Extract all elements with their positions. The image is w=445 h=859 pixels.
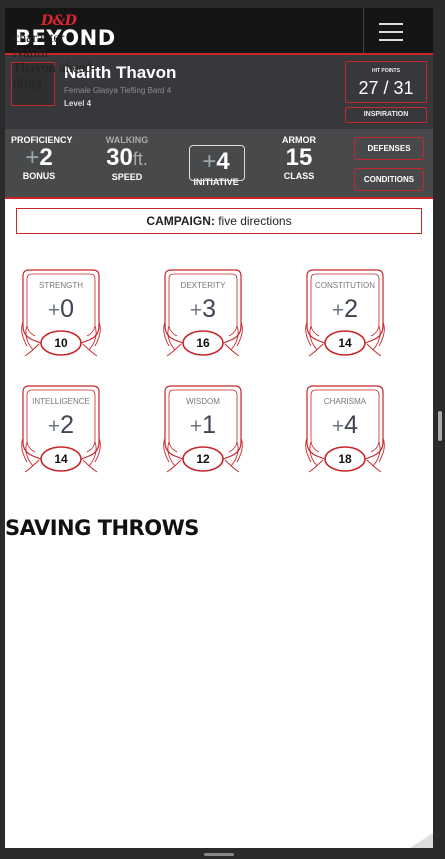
ability-mod-sign: +	[331, 415, 345, 438]
campaign-banner[interactable]: CAMPAIGN: five directions	[16, 208, 422, 234]
ability-modifier: 1	[202, 411, 217, 439]
ability-card-intelligence[interactable]: INTELLIGENCE +2 14	[21, 382, 101, 474]
ability-label: WISDOM	[186, 397, 220, 406]
ability-modifier: 2	[60, 411, 75, 439]
ability-card-charisma[interactable]: CHARISMA +4 18	[305, 382, 385, 474]
ability-label: DEXTERITY	[180, 281, 226, 290]
walking-speed: WALKING 30ft. SPEED	[95, 135, 159, 182]
initiative-box[interactable]	[189, 145, 245, 181]
ability-mod-sign: +	[189, 299, 203, 322]
ability-score: 18	[338, 452, 352, 466]
campaign-label: CAMPAIGN:	[146, 214, 215, 228]
hit-points-box[interactable]: HIT POINTS 27 / 31	[345, 61, 427, 103]
armor-value: 15	[285, 144, 313, 171]
proficiency-bottom-label: BONUS	[22, 171, 56, 181]
ability-score: 10	[54, 336, 68, 350]
armor-class[interactable]: ARMOR 15 CLASS	[271, 135, 327, 181]
campaign-name: five directions	[218, 214, 292, 228]
menu-divider	[363, 8, 364, 53]
ability-mod-sign: +	[331, 299, 345, 322]
character-level: Level 4	[64, 99, 92, 108]
ability-card-constitution[interactable]: CONSTITUTION +2 14	[305, 266, 385, 358]
speed-unit: ft.	[132, 149, 148, 169]
speed-bottom-label: SPEED	[111, 172, 143, 182]
ability-score: 14	[338, 336, 352, 350]
conditions-button[interactable]: CONDITIONS	[354, 168, 424, 191]
ability-score: 16	[196, 336, 210, 350]
hit-points-value: 27 / 31	[358, 78, 414, 98]
ability-mod-sign: +	[47, 415, 61, 438]
hit-points-label: HIT POINTS	[371, 68, 401, 74]
ability-mod-sign: +	[47, 299, 61, 322]
ability-label: CONSTITUTION	[315, 281, 375, 290]
ability-label: CHARISMA	[323, 397, 367, 406]
ability-card-dexterity[interactable]: DEXTERITY +3 16	[163, 266, 243, 358]
ability-label: STRENGTH	[39, 281, 83, 290]
proficiency-bonus: PROFICIENCY +2 BONUS	[11, 135, 73, 181]
ability-modifier: 3	[202, 295, 217, 323]
saving-throws-heading: SAVING THROWS	[5, 516, 199, 540]
avatar-alt-text: character Nalith Thavon ahead thing	[13, 31, 92, 91]
ability-mod-sign: +	[189, 415, 203, 438]
ability-score: 14	[54, 452, 68, 466]
ability-modifier: 4	[344, 411, 359, 439]
scrollbar-handle[interactable]	[438, 411, 442, 441]
resize-corner-icon[interactable]	[410, 833, 433, 848]
inspiration-button[interactable]: INSPIRATION	[345, 107, 427, 123]
proficiency-value: 2	[39, 144, 53, 171]
ability-modifier: 0	[60, 295, 75, 323]
speed-value: 30	[106, 144, 133, 171]
ability-card-strength[interactable]: STRENGTH +0 10	[21, 266, 101, 358]
ability-card-wisdom[interactable]: WISDOM +1 12	[163, 382, 243, 474]
app-frame: D&D BEYOND Nalith Thavon Female Glasya T…	[5, 8, 433, 848]
defenses-button[interactable]: DEFENSES	[354, 137, 424, 160]
hamburger-menu-icon[interactable]	[373, 14, 419, 48]
ability-label: INTELLIGENCE	[32, 397, 90, 406]
home-indicator-bar[interactable]	[204, 853, 234, 856]
proficiency-sign: +	[25, 144, 40, 171]
ability-score: 12	[196, 452, 210, 466]
armor-bottom-label: CLASS	[283, 171, 315, 181]
ability-modifier: 2	[344, 295, 359, 323]
